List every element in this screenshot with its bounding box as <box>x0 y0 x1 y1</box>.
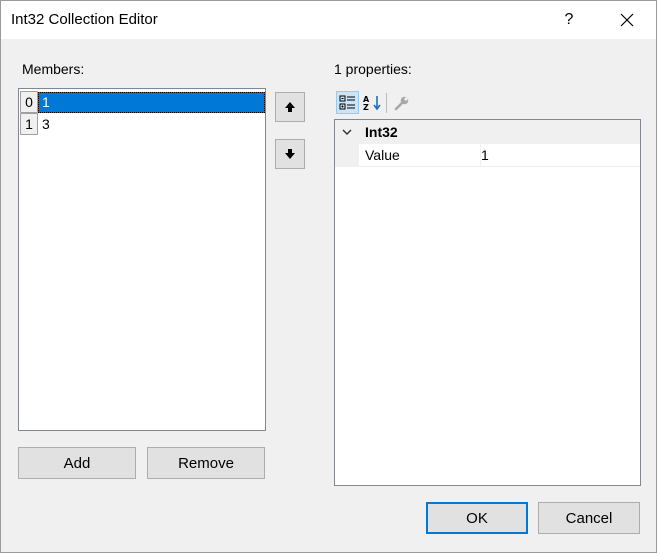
window-title: Int32 Collection Editor <box>11 11 158 28</box>
alphabetical-sort-icon: A Z <box>363 95 381 111</box>
categorized-icon <box>339 95 355 110</box>
property-name: Value <box>359 143 481 167</box>
collection-editor-dialog: Int32 Collection Editor ? Members: 0 1 1… <box>0 0 657 553</box>
move-up-button[interactable] <box>275 92 305 122</box>
member-value: 3 <box>42 116 50 132</box>
cancel-button[interactable]: Cancel <box>538 502 640 534</box>
property-grid-toolbar: A Z <box>334 89 434 117</box>
list-item[interactable]: 0 1 <box>20 91 265 113</box>
toolbar-separator <box>386 93 387 113</box>
member-index: 0 <box>20 91 38 113</box>
member-index: 1 <box>20 113 38 135</box>
property-row[interactable]: Value 1 <box>335 143 640 167</box>
add-button[interactable]: Add <box>18 447 136 479</box>
move-down-button[interactable] <box>275 139 305 169</box>
property-pages-button[interactable] <box>390 91 413 114</box>
category-row[interactable]: Int32 <box>335 120 640 144</box>
title-bar: Int32 Collection Editor ? <box>1 1 656 39</box>
close-button[interactable] <box>604 1 650 39</box>
property-gutter <box>335 143 359 167</box>
list-item[interactable]: 1 3 <box>20 113 265 135</box>
alphabetical-button[interactable]: A Z <box>361 91 384 114</box>
member-value: 1 <box>38 91 265 113</box>
properties-label: 1 properties: <box>334 61 412 77</box>
svg-text:Z: Z <box>363 103 369 111</box>
chevron-down-icon[interactable] <box>335 129 359 136</box>
arrow-down-icon <box>285 149 295 159</box>
wrench-icon <box>394 96 408 110</box>
categorized-button[interactable] <box>336 91 359 114</box>
property-grid[interactable]: Int32 Value 1 <box>334 119 641 486</box>
ok-button[interactable]: OK <box>426 502 528 534</box>
help-button[interactable]: ? <box>546 1 592 39</box>
members-listbox[interactable]: 0 1 1 3 <box>18 88 266 431</box>
property-value-field[interactable]: 1 <box>481 144 640 167</box>
arrow-up-icon <box>285 102 295 112</box>
members-label: Members: <box>22 61 85 77</box>
remove-button[interactable]: Remove <box>147 447 265 479</box>
close-icon <box>620 13 634 27</box>
category-label: Int32 <box>365 124 398 140</box>
